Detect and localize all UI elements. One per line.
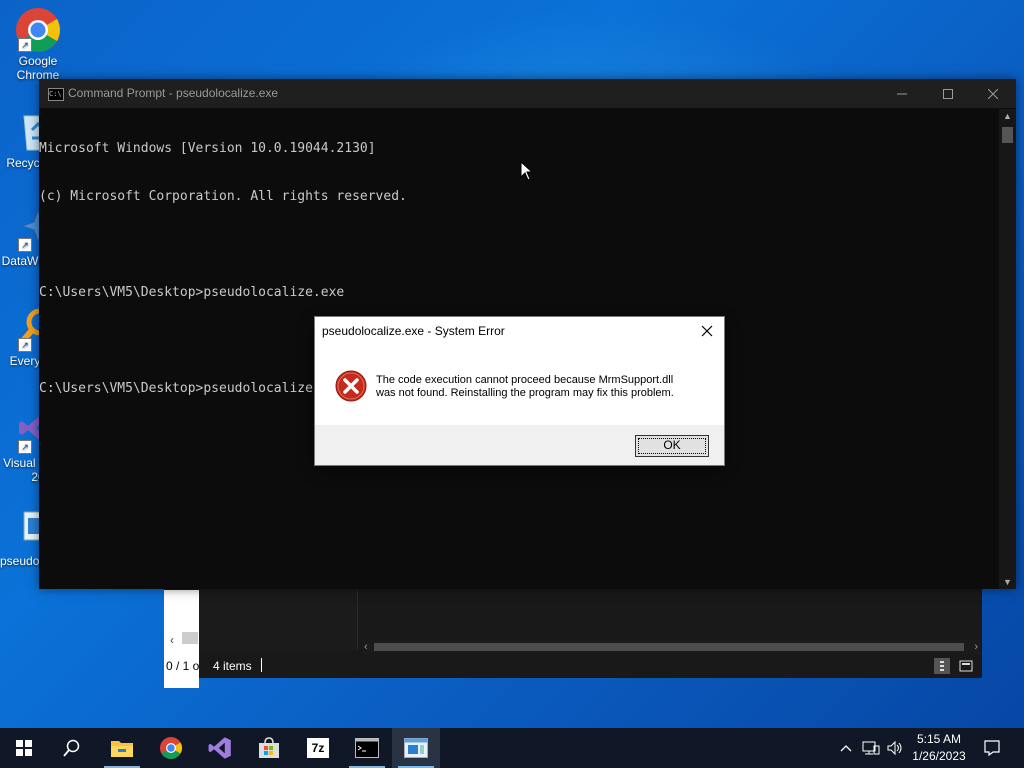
horizontal-scrollbar-thumb[interactable]: [374, 643, 964, 651]
clock-time: 5:15 AM: [916, 732, 962, 746]
error-message: The code execution cannot proceed becaus…: [376, 374, 716, 400]
start-button[interactable]: [0, 728, 48, 768]
status-divider: [261, 658, 262, 672]
console-line: C:\Users\VM5\Desktop>pseudolocalize.exe: [39, 285, 345, 300]
scroll-left-arrow-icon[interactable]: ‹: [170, 633, 174, 647]
chrome-icon: [160, 737, 182, 759]
scroll-right-icon[interactable]: ›: [974, 640, 978, 654]
taskbar-microsoft-store[interactable]: [245, 728, 293, 768]
speaker-icon: [887, 740, 902, 756]
left-scrollbar-thumb[interactable]: [182, 632, 198, 644]
scroll-left-icon[interactable]: ‹: [364, 640, 368, 654]
console-line: Microsoft Windows [Version 10.0.19044.21…: [39, 141, 376, 156]
pseudolocalize-app-icon: [404, 738, 428, 758]
taskbar-command-prompt[interactable]: [343, 728, 391, 768]
volume-button[interactable]: [884, 728, 906, 768]
taskbar-visual-studio[interactable]: [196, 728, 244, 768]
visual-studio-icon: [208, 737, 231, 759]
vertical-scrollbar-thumb[interactable]: [1002, 127, 1013, 143]
console-line: (c) Microsoft Corporation. All rights re…: [39, 189, 407, 204]
scroll-down-icon[interactable]: ▼: [999, 577, 1016, 587]
microsoft-store-icon: [259, 737, 279, 758]
vertical-scrollbar[interactable]: ▲ ▼: [999, 109, 1016, 589]
desktop-icon-chrome[interactable]: ↗ Google Chrome: [0, 6, 76, 82]
network-icon: [862, 741, 880, 755]
taskbar-chrome[interactable]: [147, 728, 195, 768]
taskbar-file-explorer[interactable]: [98, 728, 146, 768]
search-button[interactable]: [48, 728, 96, 768]
7zip-icon: 7z: [307, 738, 329, 758]
show-hidden-icons-button[interactable]: [836, 728, 856, 768]
notifications-button[interactable]: [978, 728, 1006, 768]
minimize-button[interactable]: [879, 79, 925, 108]
error-message-line: was not found. Reinstalling the program …: [376, 387, 674, 399]
status-item-count: 4 items: [213, 659, 252, 673]
ok-button[interactable]: OK: [635, 435, 709, 457]
command-prompt-icon: C:\: [48, 88, 64, 101]
system-clock[interactable]: 5:15 AM 1/26/2023: [906, 731, 972, 765]
horizontal-scrollbar[interactable]: ‹ ›: [362, 640, 980, 654]
clock-date: 1/26/2023: [912, 749, 966, 763]
network-button[interactable]: [860, 728, 882, 768]
close-button[interactable]: [970, 79, 1016, 108]
chrome-icon: ↗: [16, 6, 60, 52]
maximize-button[interactable]: [925, 79, 971, 108]
error-icon: [335, 370, 367, 402]
error-message-line: The code execution cannot proceed becaus…: [376, 374, 674, 386]
start-icon: [16, 740, 32, 756]
large-icons-view-icon[interactable]: [958, 658, 974, 674]
chevron-up-icon: [840, 745, 852, 752]
dialog-close-button[interactable]: [696, 321, 718, 341]
desktop-icon-label: Google Chrome: [16, 54, 60, 82]
search-icon: [63, 739, 80, 757]
command-prompt-icon: [355, 738, 379, 758]
status-left-text: 0 / 1 o: [164, 654, 199, 678]
taskbar: 7z 5:15 AM 1/26/2023: [0, 728, 1024, 768]
dialog-footer: OK: [315, 425, 724, 465]
taskbar-7zip[interactable]: 7z: [294, 728, 342, 768]
scroll-up-icon[interactable]: ▲: [999, 111, 1016, 121]
file-explorer-icon: [111, 741, 133, 757]
close-icon: [701, 325, 713, 337]
dialog-title: pseudolocalize.exe - System Error: [322, 324, 505, 338]
status-bar: 4 items: [199, 654, 982, 678]
mouse-cursor-icon: [520, 161, 534, 181]
details-view-icon[interactable]: [934, 658, 950, 674]
cmd-window-title: Command Prompt - pseudolocalize.exe: [68, 86, 279, 100]
taskbar-pseudolocalize[interactable]: [392, 728, 440, 768]
navigation-pane: [199, 590, 358, 650]
notification-icon: [984, 740, 1000, 756]
cmd-title-bar[interactable]: C:\ Command Prompt - pseudolocalize.exe: [39, 79, 1016, 108]
system-error-dialog[interactable]: pseudolocalize.exe - System Error The co…: [314, 316, 725, 466]
